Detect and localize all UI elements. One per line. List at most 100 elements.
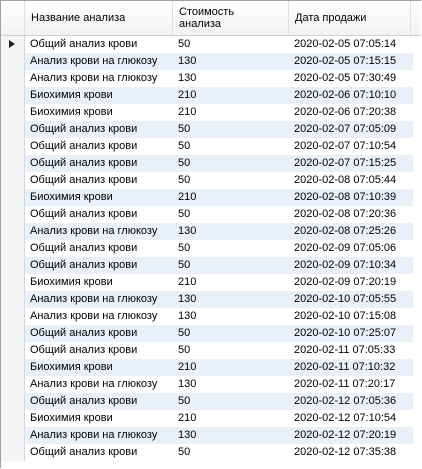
cell-sale-date[interactable]: 2020-02-12 07:35:38: [289, 444, 413, 461]
cell-cost[interactable]: 130: [173, 53, 289, 70]
cell-test-name[interactable]: Анализ крови на глюкозу: [25, 427, 173, 444]
cell-test-name[interactable]: Общий анализ крови: [25, 121, 173, 138]
table-row[interactable]: Биохимия крови 210 2020-02-06 07:10:10: [1, 87, 421, 104]
cell-test-name[interactable]: Анализ крови на глюкозу: [25, 308, 173, 325]
table-row[interactable]: Общий анализ крови 50 2020-02-07 07:10:54: [1, 138, 421, 155]
cell-test-name[interactable]: Общий анализ крови: [25, 257, 173, 274]
table-row[interactable]: Общий анализ крови 50 2020-02-08 07:20:36: [1, 206, 421, 223]
row-selector[interactable]: [1, 138, 25, 155]
cell-test-name[interactable]: Общий анализ крови: [25, 36, 173, 53]
cell-test-name[interactable]: Анализ крови на глюкозу: [25, 376, 173, 393]
table-row[interactable]: Анализ крови на глюкозу 130 2020-02-11 07:…: [1, 376, 421, 393]
cell-test-name[interactable]: Общий анализ крови: [25, 342, 173, 359]
row-selector[interactable]: [1, 376, 25, 393]
table-row[interactable]: Анализ крови на глюкозу 130 2020-02-08 07:…: [1, 223, 421, 240]
cell-sale-date[interactable]: 2020-02-10 07:15:08: [289, 308, 413, 325]
table-row[interactable]: Анализ крови на глюкозу 130 2020-02-12 07:…: [1, 427, 421, 444]
row-selector[interactable]: [1, 206, 25, 223]
table-row[interactable]: Биохимия крови 210 2020-02-08 07:10:39: [1, 189, 421, 206]
table-row[interactable]: Биохимия крови 210 2020-02-06 07:20:38: [1, 104, 421, 121]
cell-sale-date[interactable]: 2020-02-10 07:05:55: [289, 291, 413, 308]
cell-test-name[interactable]: Биохимия крови: [25, 274, 173, 291]
table-row[interactable]: Биохимия крови 210 2020-02-12 07:10:54: [1, 410, 421, 427]
cell-cost[interactable]: 210: [173, 410, 289, 427]
cell-sale-date[interactable]: 2020-02-05 07:30:49: [289, 70, 413, 87]
cell-sale-date[interactable]: 2020-02-11 07:10:32: [289, 359, 413, 376]
cell-sale-date[interactable]: 2020-02-09 07:10:34: [289, 257, 413, 274]
row-selector[interactable]: [1, 240, 25, 257]
cell-sale-date[interactable]: 2020-02-06 07:10:10: [289, 87, 413, 104]
table-row[interactable]: Биохимия крови 210 2020-02-09 07:20:19: [1, 274, 421, 291]
cell-sale-date[interactable]: 2020-02-12 07:10:54: [289, 410, 413, 427]
column-header-sale-date[interactable]: Дата продажи: [289, 1, 411, 35]
table-row[interactable]: Анализ крови на глюкозу 130 2020-02-05 07:…: [1, 53, 421, 70]
cell-test-name[interactable]: Общий анализ крови: [25, 172, 173, 189]
table-row[interactable]: Анализ крови на глюкозу 130 2020-02-10 07:…: [1, 291, 421, 308]
cell-test-name[interactable]: Биохимия крови: [25, 189, 173, 206]
row-selector[interactable]: [1, 189, 25, 206]
cell-cost[interactable]: 210: [173, 189, 289, 206]
cell-cost[interactable]: 130: [173, 376, 289, 393]
cell-test-name[interactable]: Общий анализ крови: [25, 325, 173, 342]
cell-cost[interactable]: 50: [173, 342, 289, 359]
cell-test-name[interactable]: Анализ крови на глюкозу: [25, 70, 173, 87]
row-selector[interactable]: [1, 308, 25, 325]
table-row[interactable]: Общий анализ крови 50 2020-02-05 07:05:14: [1, 36, 421, 53]
table-row[interactable]: Биохимия крови 210 2020-02-11 07:10:32: [1, 359, 421, 376]
table-row[interactable]: Общий анализ крови 50 2020-02-10 07:25:07: [1, 325, 421, 342]
cell-sale-date[interactable]: 2020-02-07 07:10:54: [289, 138, 413, 155]
cell-sale-date[interactable]: 2020-02-05 07:15:15: [289, 53, 413, 70]
cell-sale-date[interactable]: 2020-02-06 07:20:38: [289, 104, 413, 121]
column-header-test-name[interactable]: Название анализа: [25, 1, 173, 35]
cell-cost[interactable]: 50: [173, 155, 289, 172]
cell-cost[interactable]: 50: [173, 257, 289, 274]
cell-cost[interactable]: 210: [173, 359, 289, 376]
row-selector[interactable]: [1, 444, 25, 461]
row-selector[interactable]: [1, 121, 25, 138]
row-selector[interactable]: [1, 257, 25, 274]
cell-test-name[interactable]: Анализ крови на глюкозу: [25, 53, 173, 70]
row-selector[interactable]: [1, 87, 25, 104]
cell-cost[interactable]: 210: [173, 87, 289, 104]
cell-test-name[interactable]: Анализ крови на глюкозу: [25, 223, 173, 240]
cell-sale-date[interactable]: 2020-02-08 07:25:26: [289, 223, 413, 240]
cell-test-name[interactable]: Общий анализ крови: [25, 240, 173, 257]
row-selector[interactable]: [1, 104, 25, 121]
table-row[interactable]: Анализ крови на глюкозу 130 2020-02-05 07:…: [1, 70, 421, 87]
cell-sale-date[interactable]: 2020-02-08 07:20:36: [289, 206, 413, 223]
table-row[interactable]: Общий анализ крови 50 2020-02-07 07:15:25: [1, 155, 421, 172]
row-selector[interactable]: [1, 172, 25, 189]
table-row[interactable]: Общий анализ крови 50 2020-02-12 07:35:38: [1, 444, 421, 461]
table-row[interactable]: Общий анализ крови 50 2020-02-08 07:05:44: [1, 172, 421, 189]
cell-test-name[interactable]: Общий анализ крови: [25, 138, 173, 155]
cell-sale-date[interactable]: 2020-02-09 07:20:19: [289, 274, 413, 291]
table-row[interactable]: Общий анализ крови 50 2020-02-09 07:10:34: [1, 257, 421, 274]
cell-cost[interactable]: 50: [173, 121, 289, 138]
row-selector[interactable]: [1, 274, 25, 291]
cell-sale-date[interactable]: 2020-02-12 07:20:19: [289, 427, 413, 444]
cell-cost[interactable]: 130: [173, 223, 289, 240]
table-row[interactable]: Анализ крови на глюкозу 130 2020-02-10 07:…: [1, 308, 421, 325]
cell-sale-date[interactable]: 2020-02-05 07:05:14: [289, 36, 413, 53]
row-selector[interactable]: [1, 70, 25, 87]
table-row[interactable]: Общий анализ крови 50 2020-02-07 07:05:09: [1, 121, 421, 138]
table-row[interactable]: Общий анализ крови 50 2020-02-09 07:05:06: [1, 240, 421, 257]
cell-cost[interactable]: 210: [173, 104, 289, 121]
cell-sale-date[interactable]: 2020-02-11 07:05:33: [289, 342, 413, 359]
row-selector[interactable]: [1, 291, 25, 308]
cell-test-name[interactable]: Общий анализ крови: [25, 444, 173, 461]
table-row[interactable]: Общий анализ крови 50 2020-02-12 07:05:36: [1, 393, 421, 410]
table-row[interactable]: Общий анализ крови 50 2020-02-11 07:05:33: [1, 342, 421, 359]
cell-sale-date[interactable]: 2020-02-09 07:05:06: [289, 240, 413, 257]
row-selector[interactable]: [1, 223, 25, 240]
cell-test-name[interactable]: Общий анализ крови: [25, 155, 173, 172]
cell-test-name[interactable]: Биохимия крови: [25, 410, 173, 427]
cell-cost[interactable]: 50: [173, 444, 289, 461]
cell-test-name[interactable]: Общий анализ крови: [25, 206, 173, 223]
cell-cost[interactable]: 50: [173, 36, 289, 53]
cell-sale-date[interactable]: 2020-02-11 07:20:17: [289, 376, 413, 393]
cell-cost[interactable]: 130: [173, 427, 289, 444]
row-selector[interactable]: [1, 393, 25, 410]
cell-cost[interactable]: 130: [173, 308, 289, 325]
cell-cost[interactable]: 130: [173, 70, 289, 87]
